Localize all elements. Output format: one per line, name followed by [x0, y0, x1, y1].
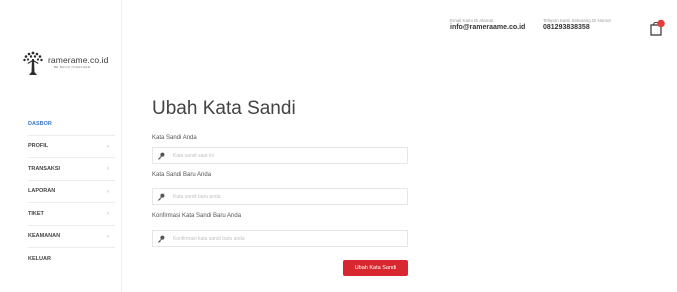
sidebar-item-label: TRANSAKSI — [28, 165, 61, 172]
chevron-right-icon: › — [107, 188, 109, 195]
sidebar-item-label: TIKET — [28, 210, 44, 217]
chevron-right-icon: › — [107, 166, 109, 172]
sidebar-item-keamanan[interactable]: KEAMANAN › — [28, 226, 115, 248]
page: ramerame.co.id BE BUILD TOGETHER DASBOR … — [0, 0, 677, 292]
tree-logo-icon — [23, 51, 43, 75]
sidebar: ramerame.co.id BE BUILD TOGETHER DASBOR … — [0, 0, 122, 292]
page-title: Ubah Kata Sandi — [152, 98, 296, 119]
shopping-bag-icon[interactable] — [649, 19, 665, 37]
current-password-label: Kata Sandi Anda — [152, 135, 197, 141]
email-label: Email Kami Di Alamat — [450, 18, 494, 23]
new-password-input[interactable] — [173, 189, 401, 204]
confirm-password-field — [152, 230, 408, 247]
chevron-right-icon: › — [107, 211, 109, 217]
change-password-button[interactable]: Ubah Kata Sandi — [343, 260, 408, 276]
key-icon — [153, 148, 169, 163]
brand-logo[interactable]: ramerame.co.id BE BUILD TOGETHER — [22, 50, 118, 76]
key-icon — [153, 231, 169, 246]
sidebar-menu: DASBOR PROFIL › TRANSAKSI › LAPORAN › TI… — [28, 113, 115, 271]
sidebar-item-label: KEAMANAN — [28, 233, 61, 240]
sidebar-item-profil[interactable]: PROFIL › — [28, 136, 115, 158]
sidebar-item-label: PROFIL — [28, 143, 49, 150]
email-link[interactable]: info@rameraame.co.id — [450, 24, 525, 31]
chevron-right-icon: › — [107, 143, 109, 150]
phone-label: Telepon Kami Sekarang Di Nomor — [543, 18, 612, 23]
phone-number[interactable]: 081293838358 — [543, 24, 611, 31]
confirm-password-input[interactable] — [173, 231, 401, 246]
sidebar-item-label: DASBOR — [28, 120, 52, 127]
new-password-field — [152, 188, 408, 205]
sidebar-item-keluar[interactable]: KELUAR — [28, 248, 115, 271]
brand-name: ramerame.co.id — [48, 55, 109, 65]
cart-badge-icon — [657, 19, 665, 28]
brand-tagline: BE BUILD TOGETHER — [54, 65, 91, 69]
sidebar-item-tiket[interactable]: TIKET › — [28, 203, 115, 226]
current-password-field — [152, 147, 408, 164]
sidebar-item-laporan[interactable]: LAPORAN › — [28, 181, 115, 203]
sidebar-item-dasbor[interactable]: DASBOR — [28, 113, 115, 136]
sidebar-item-label: KELUAR — [28, 256, 51, 263]
key-icon — [153, 189, 169, 204]
confirm-password-label: Konfirmasi Kata Sandi Baru Anda — [152, 213, 242, 219]
chevron-right-icon: › — [107, 233, 109, 240]
contact-phone: Telepon Kami Sekarang Di Nomor 081293838… — [543, 18, 611, 31]
current-password-input[interactable] — [173, 148, 401, 163]
new-password-label: Kata Sandi Baru Anda — [152, 172, 212, 178]
contact-email: Email Kami Di Alamat info@rameraame.co.i… — [450, 18, 525, 31]
sidebar-item-transaksi[interactable]: TRANSAKSI › — [28, 158, 115, 181]
sidebar-item-label: LAPORAN — [28, 188, 56, 195]
